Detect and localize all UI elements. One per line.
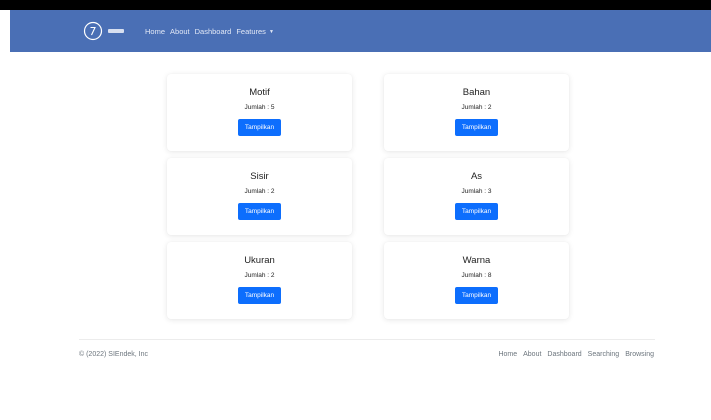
nav-link-dashboard[interactable]: Dashboard [195,27,232,36]
card-motif: Motif Jumlah : 5 Tampilkan [167,74,352,151]
card-title: Bahan [462,87,491,98]
card-bahan: Bahan Jumlah : 2 Tampilkan [384,74,569,151]
card-count: Jumlah : 2 [244,188,275,195]
brand-wordmark [108,29,124,33]
footer-divider [79,339,655,340]
card-title: Ukuran [244,255,275,266]
card-count: Jumlah : 2 [244,272,275,279]
tampilkan-button[interactable]: Tampilkan [237,203,282,220]
footer-link-browsing[interactable]: Browsing [625,351,654,358]
footer-links: Home About Dashboard Searching Browsing [492,351,654,358]
footer-link-about[interactable]: About [523,351,541,358]
circle-slash-logo-icon [83,21,103,41]
nav-link-features[interactable]: Features ▼ [236,27,274,36]
card-count: Jumlah : 8 [461,272,492,279]
card-warna: Warna Jumlah : 8 Tampilkan [384,242,569,319]
card-ukuran: Ukuran Jumlah : 2 Tampilkan [167,242,352,319]
window-top-border [0,0,711,10]
card-count: Jumlah : 5 [244,104,275,111]
navbar: Home About Dashboard Features ▼ [10,10,711,52]
nav-link-features-label: Features [236,26,266,36]
nav-link-about[interactable]: About [170,27,190,36]
tampilkan-button[interactable]: Tampilkan [237,119,282,136]
tampilkan-button[interactable]: Tampilkan [237,287,282,304]
card-count: Jumlah : 3 [461,188,492,195]
card-count: Jumlah : 2 [461,104,492,111]
card-title: Motif [249,87,270,98]
footer-copyright: © (2022) SIEndek, Inc [79,351,148,358]
brand-logo-link[interactable] [83,21,129,41]
caret-down-icon: ▼ [268,28,274,35]
card-title: Warna [462,255,491,266]
footer-link-home[interactable]: Home [498,351,517,358]
tampilkan-button[interactable]: Tampilkan [454,119,499,136]
footer-link-dashboard[interactable]: Dashboard [547,351,581,358]
card-title: Sisir [250,171,269,182]
nav-links: Home About Dashboard Features ▼ [145,27,279,36]
category-card-grid: Motif Jumlah : 5 Tampilkan Bahan Jumlah … [167,74,569,319]
card-title: As [470,171,483,182]
tampilkan-button[interactable]: Tampilkan [454,287,499,304]
card-sisir: Sisir Jumlah : 2 Tampilkan [167,158,352,235]
footer-link-searching[interactable]: Searching [588,351,620,358]
nav-link-home[interactable]: Home [145,27,165,36]
tampilkan-button[interactable]: Tampilkan [454,203,499,220]
card-as: As Jumlah : 3 Tampilkan [384,158,569,235]
